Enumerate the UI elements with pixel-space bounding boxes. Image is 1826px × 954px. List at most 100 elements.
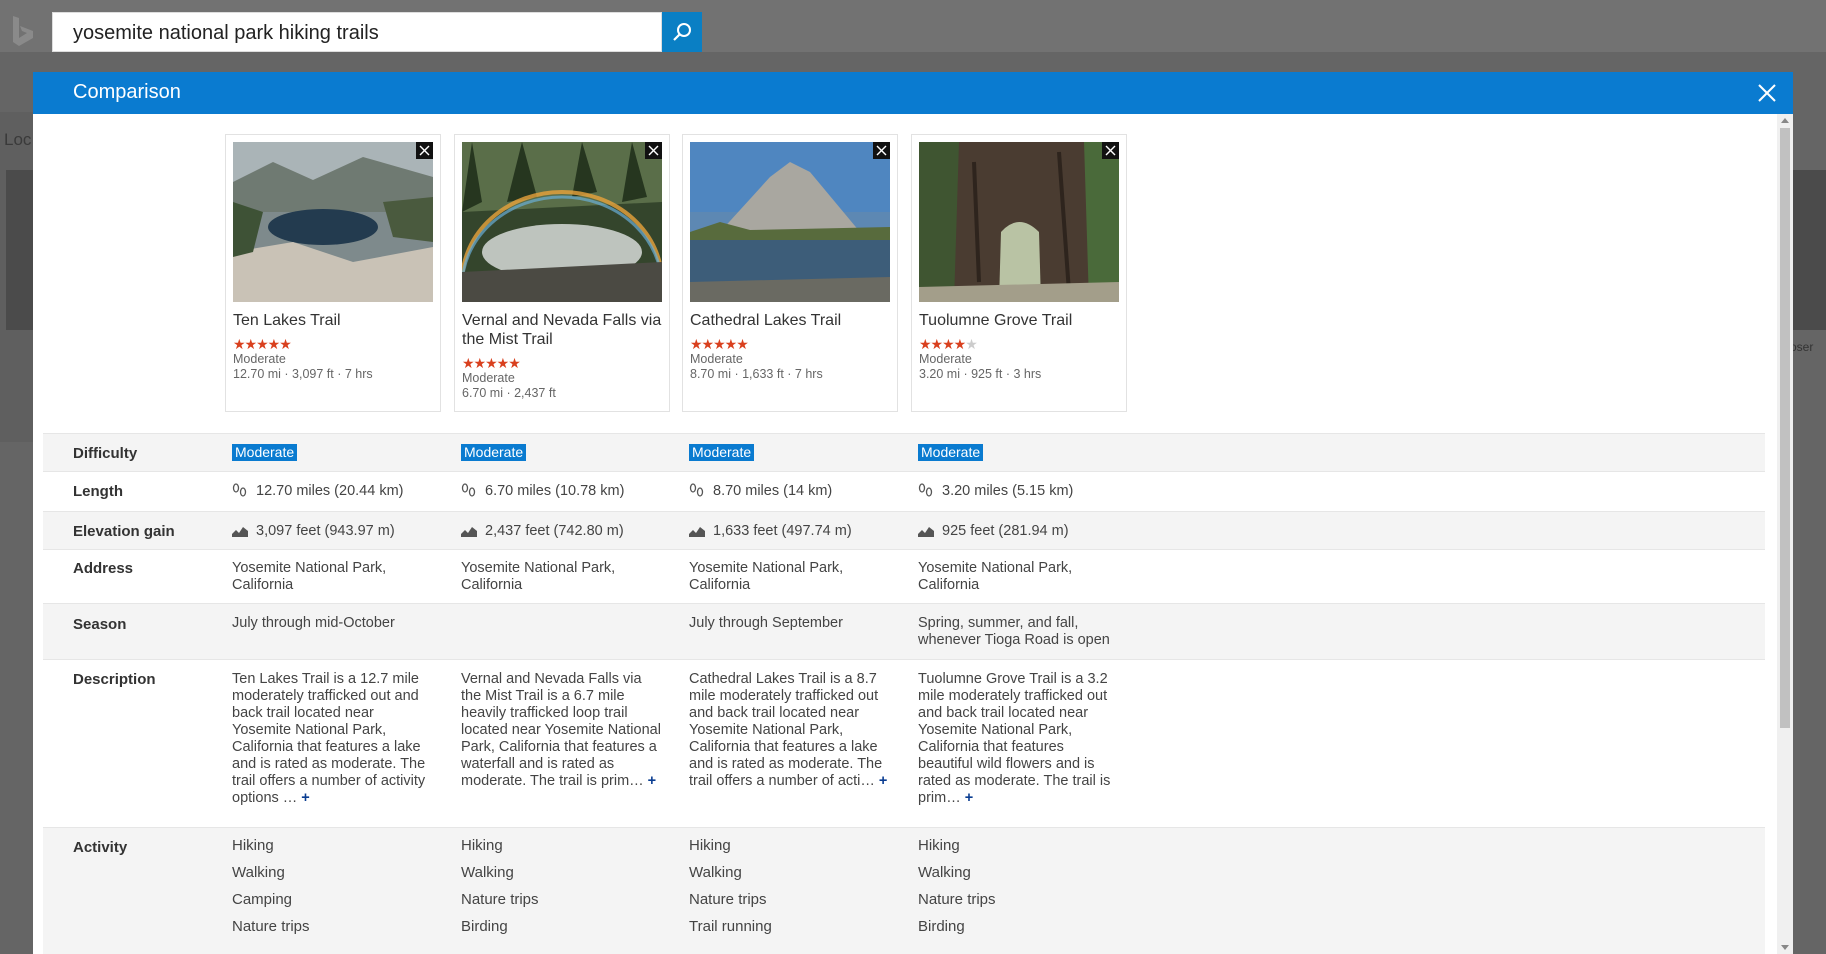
trail-card-vernal-nevada[interactable]: Vernal and Nevada Falls via the Mist Tra… [454,134,670,412]
background-left-text: Loc [4,130,32,149]
search-input[interactable] [73,21,653,45]
length-cell: 8.70 miles (14 km) [689,483,832,500]
trail-difficulty: Moderate [233,352,286,366]
trail-name[interactable]: Cathedral Lakes Trail [690,311,895,330]
close-icon[interactable] [1755,81,1779,105]
trail-name[interactable]: Vernal and Nevada Falls via the Mist Tra… [462,311,667,349]
elevation-value: 2,437 feet (742.80 m) [485,523,624,539]
activity-item: Hiking [461,837,503,854]
expand-description-button[interactable]: + [965,790,973,806]
trail-photo-cathedral-lakes[interactable] [690,142,890,302]
trail-difficulty: Moderate [919,352,972,366]
elevation-icon [461,527,477,538]
activity-item: Walking [918,864,971,881]
row-address: Address Yosemite National Park, Californ… [43,549,1765,603]
length-cell: 12.70 miles (20.44 km) [232,483,403,500]
trail-card-tuolumne-grove[interactable]: Tuolumne Grove Trail ★★★★★ Moderate 3.20… [911,134,1127,412]
activity-item: Hiking [689,837,731,854]
row-label-elevation: Elevation gain [73,523,175,540]
trail-summary: 12.70 mi · 3,097 ft · 7 hrs [233,367,373,381]
activity-list: Hiking Walking Nature trips Birding [461,832,539,940]
background-right-text: oser [1790,340,1814,354]
description-text: Ten Lakes Trail is a 12.7 mile moderatel… [232,671,426,806]
trail-summary: 3.20 mi · 925 ft · 3 hrs [919,367,1042,381]
elevation-cell: 1,633 feet (497.74 m) [689,523,852,540]
expand-description-button[interactable]: + [301,790,309,806]
trail-name[interactable]: Ten Lakes Trail [233,311,438,330]
row-label-activity: Activity [73,839,128,856]
activity-item: Birding [918,918,965,935]
elevation-cell: 925 feet (281.94 m) [918,523,1069,540]
activity-item: Trail running [689,918,772,935]
activity-item: Nature trips [918,891,996,908]
row-season: Season July through mid-October July thr… [43,603,1765,659]
elevation-icon [689,527,705,538]
length-cell: 6.70 miles (10.78 km) [461,483,624,500]
remove-card-button[interactable] [416,142,433,159]
expand-description-button[interactable]: + [879,773,887,789]
star-rating-icon: ★★★★★ [919,336,978,352]
activity-item: Nature trips [232,918,310,935]
difficulty-cell: Moderate [918,444,984,462]
footprints-icon [918,483,933,497]
trail-meta: ★★★★★ Moderate 3.20 mi · 925 ft · 3 hrs [919,336,1124,382]
search-button[interactable] [662,12,702,52]
activity-item: Hiking [232,837,274,854]
scroll-down-arrow-icon[interactable] [1781,945,1789,950]
background-right-image [1792,170,1826,330]
remove-card-button[interactable] [873,142,890,159]
difficulty-cell: Moderate [461,444,527,462]
difficulty-badge: Moderate [689,444,755,461]
bing-logo-icon[interactable] [10,14,36,48]
length-value: 12.70 miles (20.44 km) [256,483,404,499]
activity-item: Walking [232,864,285,881]
elevation-cell: 2,437 feet (742.80 m) [461,523,624,540]
trail-photo-tuolumne-grove[interactable] [919,142,1119,302]
elevation-value: 925 feet (281.94 m) [942,523,1069,539]
close-icon [648,145,659,156]
row-elevation: Elevation gain 3,097 feet (943.97 m) 2,4… [43,511,1765,549]
address-value: Yosemite National Park, California [232,560,387,593]
trail-photo-ten-lakes[interactable] [233,142,433,302]
remove-card-button[interactable] [645,142,662,159]
activity-list: Hiking Walking Nature trips Birding [918,832,996,940]
modal-header: Comparison [33,72,1793,114]
remove-card-button[interactable] [1102,142,1119,159]
length-cell: 3.20 miles (5.15 km) [918,483,1073,500]
modal-title: Comparison [73,81,181,103]
activity-item: Hiking [918,837,960,854]
trail-meta: ★★★★★ Moderate 8.70 mi · 1,633 ft · 7 hr… [690,336,895,382]
activity-list: Hiking Walking Camping Nature trips [232,832,310,940]
search-icon [673,23,691,41]
trail-card-cathedral-lakes[interactable]: Cathedral Lakes Trail ★★★★★ Moderate 8.7… [682,134,898,412]
activity-list: Hiking Walking Nature trips Trail runnin… [689,832,772,940]
trail-difficulty: Moderate [690,352,743,366]
row-label-address: Address [73,560,134,577]
activity-item: Nature trips [689,891,767,908]
activity-item: Nature trips [461,891,539,908]
length-value: 8.70 miles (14 km) [713,483,833,499]
length-value: 6.70 miles (10.78 km) [485,483,625,499]
trail-difficulty: Moderate [462,371,515,385]
description-cell: Vernal and Nevada Falls via the Mist Tra… [461,671,661,790]
search-box[interactable] [52,12,662,52]
trail-name[interactable]: Tuolumne Grove Trail [919,311,1124,330]
close-icon [876,145,887,156]
star-rating-icon: ★★★★★ [462,355,521,371]
trail-card-ten-lakes[interactable]: Ten Lakes Trail ★★★★★ Moderate 12.70 mi … [225,134,441,412]
trail-photo-vernal-nevada[interactable] [462,142,662,302]
row-description: Description Ten Lakes Trail is a 12.7 mi… [43,659,1765,827]
row-label-season: Season [73,616,127,633]
activity-item: Walking [461,864,514,881]
row-label-difficulty: Difficulty [73,445,138,462]
description-text: Tuolumne Grove Trail is a 3.2 mile moder… [918,671,1111,806]
expand-description-button[interactable]: + [648,773,656,789]
scroll-up-arrow-icon[interactable] [1781,118,1789,123]
difficulty-badge: Moderate [918,444,984,461]
row-activity: Activity Hiking Walking Camping Nature t… [43,827,1765,954]
scroll-thumb[interactable] [1780,128,1790,728]
star-rating-icon: ★★★★★ [690,336,749,352]
modal-scrollbar[interactable] [1777,114,1793,954]
season-value: Spring, summer, and fall, whenever Tioga… [918,615,1110,648]
footprints-icon [689,483,704,497]
